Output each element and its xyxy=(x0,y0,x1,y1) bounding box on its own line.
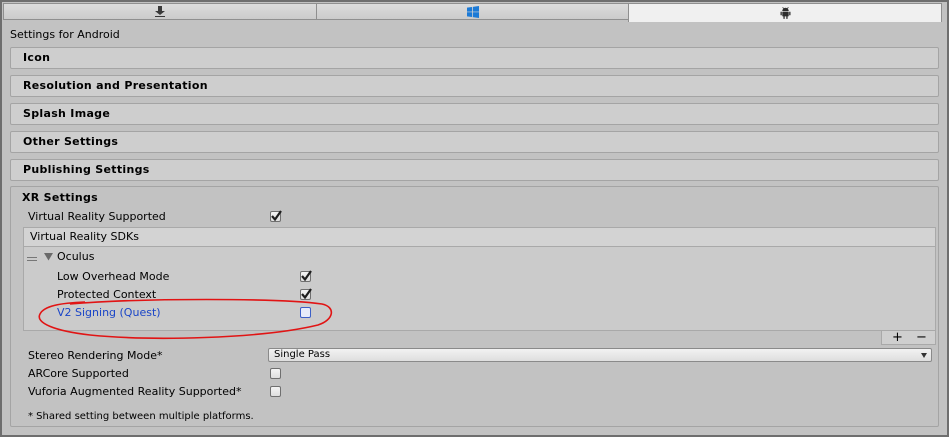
windows-logo-icon xyxy=(466,5,479,18)
stereo-rendering-mode-value: Single Pass xyxy=(274,349,331,360)
vr-supported-checkbox[interactable] xyxy=(270,210,282,222)
stereo-rendering-mode-label: Stereo Rendering Mode* xyxy=(28,349,163,362)
section-publishing-settings[interactable]: Publishing Settings xyxy=(10,159,939,181)
low-overhead-mode-label: Low Overhead Mode xyxy=(57,270,170,283)
stereo-rendering-mode-dropdown[interactable]: Single Pass xyxy=(268,348,932,362)
platform-tabs xyxy=(3,3,943,22)
annotation-circle xyxy=(38,298,333,339)
shared-setting-footnote: * Shared setting between multiple platfo… xyxy=(28,411,254,422)
add-sdk-button[interactable]: + xyxy=(892,331,903,344)
foldout-triangle-icon[interactable] xyxy=(44,253,53,261)
arcore-supported-label: ARCore Supported xyxy=(28,367,129,380)
vr-sdks-header: Virtual Reality SDKs xyxy=(23,227,936,247)
low-overhead-mode-checkbox[interactable] xyxy=(300,270,312,282)
oculus-sdk-label[interactable]: Oculus xyxy=(57,250,94,263)
sdk-list-footer: + − xyxy=(881,331,936,345)
vuforia-supported-label: Vuforia Augmented Reality Supported* xyxy=(28,385,242,398)
vuforia-supported-checkbox[interactable] xyxy=(270,386,281,397)
section-icon[interactable]: Icon xyxy=(10,47,939,69)
tab-standalone[interactable] xyxy=(3,3,316,20)
section-xr-settings[interactable]: XR Settings xyxy=(22,191,98,204)
checkmark-icon xyxy=(271,210,282,222)
page-title: Settings for Android xyxy=(10,28,120,41)
checkmark-icon xyxy=(301,270,312,282)
section-other-settings[interactable]: Other Settings xyxy=(10,131,939,153)
download-arrow-icon xyxy=(154,6,165,17)
vr-supported-label: Virtual Reality Supported xyxy=(28,210,166,223)
drag-handle-icon[interactable] xyxy=(27,256,37,262)
android-icon xyxy=(780,7,791,19)
dropdown-arrow-icon xyxy=(921,353,927,358)
section-resolution-and-presentation[interactable]: Resolution and Presentation xyxy=(10,75,939,97)
tab-windows[interactable] xyxy=(315,3,629,20)
section-splash-image[interactable]: Splash Image xyxy=(10,103,939,125)
arcore-supported-checkbox[interactable] xyxy=(270,368,281,379)
tab-android[interactable] xyxy=(628,3,943,22)
remove-sdk-button[interactable]: − xyxy=(916,331,927,344)
